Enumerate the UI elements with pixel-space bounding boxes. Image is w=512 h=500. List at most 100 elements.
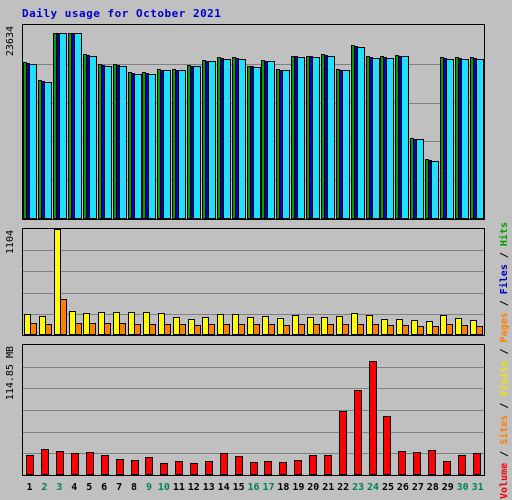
bar-slot [380,229,395,335]
x-axis-day-16: 16 [247,481,260,493]
legend-item-pages: Pages [499,312,510,343]
legend-item-sites: Sites [499,414,510,445]
x-axis-day-27: 27 [411,481,424,493]
bar-volume-day-6 [100,455,109,475]
bar-pages-day-6 [103,66,112,219]
bar-volume-day-21 [323,455,332,475]
chart-panel-volume [22,344,485,476]
x-axis-day-26: 26 [396,481,409,493]
bar-sites-day-8 [134,324,142,335]
bar-slot [365,25,380,219]
bar-sites-day-25 [386,325,394,335]
bar-slot [157,25,172,219]
bar-slot [425,229,440,335]
bar-slot [23,345,38,475]
bar-slot [127,345,142,475]
bar-volume-day-4 [71,453,80,475]
bar-sites-day-26 [401,325,409,335]
bar-sites-day-29 [446,324,454,335]
bar-slot [306,229,321,335]
bar-volume-day-14 [219,453,228,475]
bar-sites-day-27 [416,326,424,335]
bar-sites-day-14 [223,324,231,335]
bar-pages-day-26 [401,56,410,219]
bar-slot [380,345,395,475]
bar-slot [172,229,187,335]
legend-item-visits: Visits [499,360,510,397]
bar-slot [53,229,68,335]
bar-sites-day-12 [193,325,201,335]
bar-volume-day-15 [234,456,243,475]
bar-sites-day-24 [372,324,380,335]
bar-pages-day-7 [118,66,127,219]
bar-pages-day-1 [29,64,38,219]
y-axis-label-volume: 114.85 MB [5,346,16,401]
bar-slot [261,345,276,475]
x-axis-day-22: 22 [337,481,350,493]
bar-sites-day-9 [148,324,156,335]
bar-volume-day-5 [85,452,94,475]
bar-slot [142,345,157,475]
bar-volume-day-29 [442,461,451,475]
bar-volume-day-24 [368,361,377,475]
bar-slot [157,345,172,475]
bar-slot [68,345,83,475]
bar-slot [142,229,157,335]
bar-slot [410,229,425,335]
bar-sites-day-3 [59,299,67,335]
bar-slot [306,25,321,219]
bar-slot [306,345,321,475]
bar-sites-day-11 [178,324,186,335]
bar-sites-day-2 [44,324,52,335]
bar-slot [187,25,202,219]
legend-separator-1: / [499,444,510,463]
x-axis-day-9: 9 [145,481,152,493]
bar-slot [23,229,38,335]
x-axis-day-19: 19 [292,481,305,493]
bar-sites-day-4 [74,323,82,335]
bar-volume-day-9 [145,457,154,475]
x-axis-day-11: 11 [172,481,185,493]
x-axis-day-14: 14 [217,481,230,493]
x-axis-day-13: 13 [202,481,215,493]
bar-slot [276,25,291,219]
bar-slot [53,345,68,475]
bar-volume-day-16 [249,462,258,475]
bar-slot [335,345,350,475]
bar-pages-day-2 [44,82,53,219]
plot-area-visits [23,229,484,335]
bar-sites-day-10 [163,324,171,335]
bar-volume-day-25 [383,416,392,475]
bar-sites-day-17 [267,324,275,335]
bar-pages-day-15 [237,59,246,219]
bar-sites-day-6 [104,323,112,335]
bar-sites-day-15 [238,324,246,335]
bar-slot [454,25,469,219]
bar-volume-day-26 [398,451,407,475]
bar-pages-day-16 [252,67,261,219]
bar-slot [469,345,484,475]
bar-slot [425,345,440,475]
x-axis-day-4: 4 [71,481,78,493]
bar-pages-day-19 [297,57,306,219]
x-axis-day-31: 31 [471,481,484,493]
bar-slot [246,229,261,335]
bar-slot [202,229,217,335]
bar-pages-day-11 [178,70,187,219]
x-axis-day-7: 7 [116,481,123,493]
bar-group-hits [23,25,484,219]
bar-slot [365,345,380,475]
bar-slot [127,25,142,219]
legend-item-files: Files [499,264,510,295]
x-axis-day-3: 3 [56,481,63,493]
bar-slot [440,229,455,335]
bar-volume-day-20 [309,455,318,475]
bar-slot [216,25,231,219]
x-axis-day-18: 18 [277,481,290,493]
bar-slot [321,345,336,475]
bar-slot [53,25,68,219]
x-axis-day-24: 24 [367,481,380,493]
bar-slot [97,25,112,219]
legend-separator-5: / [499,246,510,265]
bar-pages-day-20 [312,57,321,219]
